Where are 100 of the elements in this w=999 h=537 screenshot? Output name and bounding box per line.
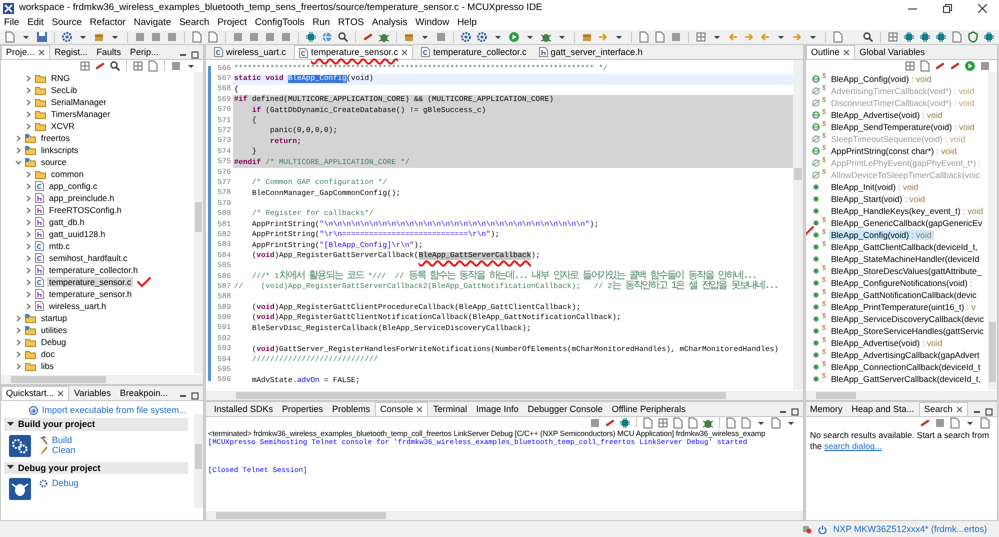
panel-tab[interactable]: Console (375, 402, 428, 416)
outline-item[interactable]: BleApp_StoreServiceHandles(gattServic (829, 326, 986, 336)
tree-item[interactable]: Debug (39, 336, 68, 348)
package-icon[interactable] (93, 31, 105, 43)
menu-item[interactable]: Source (52, 17, 82, 29)
outline-item[interactable]: AppPrintString(const char*) : void (829, 146, 959, 156)
play-icon[interactable] (508, 31, 520, 43)
scrollbar[interactable] (206, 391, 803, 400)
grid-icon[interactable] (79, 60, 91, 72)
tree-item[interactable]: SerialManager (49, 96, 108, 108)
panel-tab[interactable]: Proje... (1, 45, 50, 59)
tree-item[interactable]: wireless_uart.h (47, 300, 108, 312)
minimize-icon[interactable] (779, 408, 787, 416)
scrollbar[interactable] (1, 375, 203, 384)
close-icon[interactable] (956, 406, 963, 413)
panel-tab[interactable]: Image Info (472, 402, 523, 416)
section-header[interactable]: Build your project (4, 418, 188, 431)
close-icon[interactable] (57, 390, 64, 397)
tree-item[interactable]: XCVR (49, 120, 77, 132)
outline-item[interactable]: BleApp_Config(void) : void (829, 230, 934, 240)
tree-item[interactable]: SecLib (49, 84, 79, 96)
panel-tab[interactable]: Installed SDKs (210, 402, 278, 416)
outline-item[interactable]: BleApp_ConnectionCallback(deviceId_t (829, 362, 982, 372)
panel-tab[interactable]: Perip... (126, 45, 163, 59)
scrollbar[interactable] (793, 60, 803, 390)
chip-icon[interactable] (305, 31, 317, 43)
chevron-icon[interactable] (25, 74, 32, 82)
chevron-icon[interactable] (25, 86, 32, 94)
panel-tab[interactable]: Offline Peripherals (608, 402, 690, 416)
tree-item[interactable]: TimersManager (49, 108, 112, 120)
file-tab[interactable]: gatt_server_interface.h (534, 45, 647, 59)
search-icon[interactable] (862, 31, 874, 43)
file-tab[interactable]: temperature_collector.c (417, 45, 531, 59)
panel-tab[interactable]: Global Variables (856, 45, 929, 59)
menu-item[interactable]: File (4, 17, 20, 29)
outline-item[interactable]: BleApp_Advertise(void) : void (829, 110, 945, 120)
panel-tab[interactable]: Debugger Console (524, 402, 607, 416)
restore-icon[interactable] (943, 4, 952, 12)
grid-icon[interactable] (887, 31, 899, 43)
gear-icon[interactable] (476, 31, 488, 43)
square-icon[interactable] (979, 60, 991, 72)
menu-item[interactable]: Run (312, 17, 330, 29)
minimize-icon[interactable] (179, 51, 187, 59)
chevron-icon[interactable] (25, 278, 32, 286)
minimize-icon[interactable] (179, 392, 187, 400)
outline-item[interactable]: BleApp_AdvertisingCallback(gapAdvert (829, 350, 982, 360)
menu-item[interactable]: Window (415, 17, 450, 29)
tree-item[interactable]: gatt_uuid128.h (47, 228, 108, 240)
chevron-icon[interactable] (25, 242, 32, 250)
chevron-icon[interactable] (25, 290, 32, 298)
gear-icon[interactable] (460, 31, 472, 43)
tree-item[interactable]: mtb.c (47, 240, 72, 252)
tree-item[interactable]: temperature_sensor.h (47, 288, 134, 300)
tree-item[interactable]: libs (39, 360, 56, 372)
tree-item[interactable]: common (49, 168, 86, 180)
globe-icon[interactable] (321, 31, 333, 43)
grid-icon[interactable] (695, 31, 707, 43)
package-icon[interactable] (403, 31, 415, 43)
chip-icon[interactable] (935, 31, 947, 43)
panel-tab[interactable]: Outline (806, 45, 855, 59)
panel-tab[interactable]: Variables (70, 386, 115, 400)
grid-icon[interactable] (132, 60, 144, 72)
maximize-icon[interactable] (985, 408, 993, 416)
menu-item[interactable]: Refactor (90, 17, 126, 29)
panel-tab[interactable]: Regist... (50, 45, 92, 59)
scrollbar[interactable] (806, 391, 997, 400)
close-icon[interactable] (842, 49, 850, 56)
outline-item[interactable]: BleApp_ConfigureNotifications(void) : (829, 278, 974, 288)
play-icon[interactable] (964, 60, 976, 72)
grid-icon[interactable] (904, 60, 916, 72)
action-link[interactable]: Build (52, 434, 72, 446)
chevron-icon[interactable] (25, 182, 32, 190)
chip-icon[interactable] (919, 31, 931, 43)
bug-icon[interactable] (540, 31, 552, 43)
search-icon[interactable] (109, 60, 121, 72)
outline-item[interactable]: BleApp_Config(void) : void (829, 74, 934, 84)
tree-item[interactable]: semihost_hardfault.c (47, 252, 130, 264)
menu-item[interactable]: Navigate (134, 17, 172, 29)
maximize-icon[interactable] (191, 51, 199, 59)
panel-tab[interactable]: Memory (806, 402, 847, 416)
menu-item[interactable]: Edit (27, 17, 44, 29)
file-tab[interactable]: temperature_sensor.c (294, 45, 414, 59)
scrollbar[interactable] (206, 511, 803, 520)
chevron-icon[interactable] (25, 98, 32, 106)
minimize-icon[interactable] (973, 408, 981, 416)
tree-item[interactable]: utilities (39, 324, 69, 336)
panel-tab[interactable]: Problems (328, 402, 374, 416)
menu-item[interactable]: Help (457, 17, 477, 29)
tree-item[interactable]: app_preinclude.h (47, 192, 116, 204)
chevron-icon[interactable] (15, 326, 22, 334)
chevron-icon[interactable] (15, 146, 22, 154)
maximize-icon[interactable] (191, 392, 199, 400)
menu-item[interactable]: Project (217, 17, 247, 29)
chevron-icon[interactable] (25, 110, 32, 118)
square-icon[interactable] (589, 416, 601, 428)
outline-item[interactable]: BleApp_ServiceDiscoveryCallback(devic (829, 314, 986, 324)
chevron-icon[interactable] (25, 170, 32, 178)
chevron-icon[interactable] (15, 362, 22, 370)
tree-item[interactable]: temperature_collector.h (47, 264, 140, 276)
chip-icon[interactable] (619, 416, 631, 428)
